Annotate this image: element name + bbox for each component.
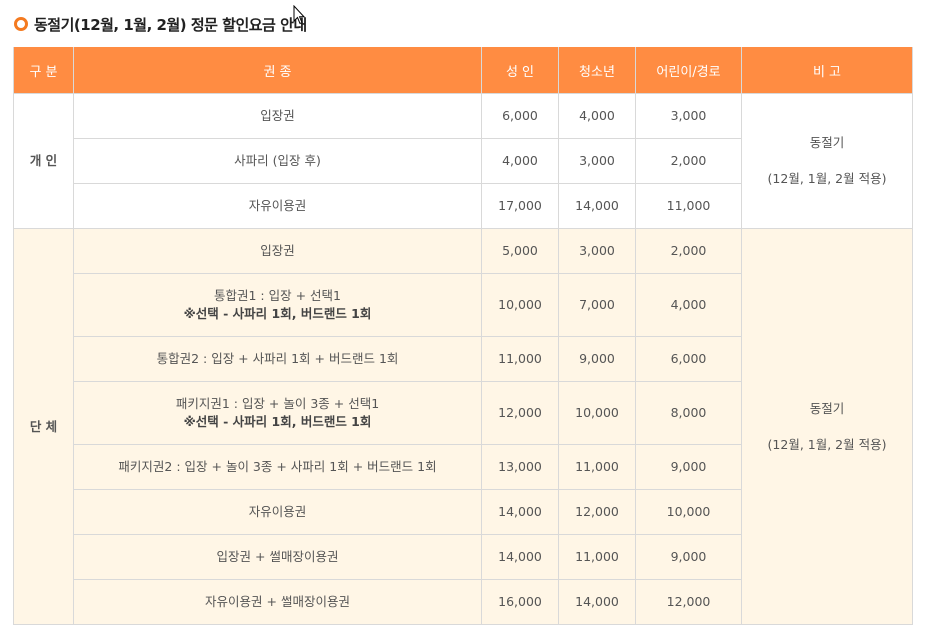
- ticket-cell: 입장권: [73, 93, 482, 139]
- price-adult: 14,000: [481, 489, 559, 535]
- price-adult: 13,000: [481, 444, 559, 490]
- header-child-senior: 어린이/경로: [635, 47, 742, 94]
- price-adult: 4,000: [481, 138, 559, 184]
- ticket-cell: 패키지권1 : 입장 + 놀이 3종 + 선택1 ※선택 - 사파리 1회, 버…: [73, 381, 482, 445]
- remark-individual: 동절기 (12월, 1월, 2월 적용): [741, 93, 913, 229]
- ticket-cell: 통합권1 : 입장 + 선택1 ※선택 - 사파리 1회, 버드랜드 1회: [73, 273, 482, 337]
- price-child: 9,000: [635, 444, 742, 490]
- ticket-note: ※선택 - 사파리 1회, 버드랜드 1회: [183, 306, 372, 321]
- price-adult: 5,000: [481, 228, 559, 274]
- price-child: 8,000: [635, 381, 742, 445]
- price-youth: 4,000: [558, 93, 636, 139]
- price-child: 4,000: [635, 273, 742, 337]
- ticket-cell: 패키지권2 : 입장 + 놀이 3종 + 사파리 1회 + 버드랜드 1회: [73, 444, 482, 490]
- price-youth: 11,000: [558, 534, 636, 580]
- price-youth: 7,000: [558, 273, 636, 337]
- ticket-name: 패키지권1 : 입장 + 놀이 3종 + 선택1: [175, 396, 380, 411]
- table-row: 단 체 입장권 5,000 3,000 2,000 동절기 (12월, 1월, …: [13, 228, 913, 625]
- price-adult: 6,000: [481, 93, 559, 139]
- ticket-cell: 사파리 (입장 후): [73, 138, 482, 184]
- price-youth: 9,000: [558, 336, 636, 382]
- header-youth: 청소년: [558, 47, 636, 94]
- price-adult: 10,000: [481, 273, 559, 337]
- price-child: 2,000: [635, 138, 742, 184]
- ticket-cell: 입장권: [73, 228, 482, 274]
- ticket-note: ※선택 - 사파리 1회, 버드랜드 1회: [183, 414, 372, 429]
- price-youth: 12,000: [558, 489, 636, 535]
- ticket-cell: 자유이용권: [73, 183, 482, 229]
- price-youth: 3,000: [558, 228, 636, 274]
- category-group: 단 체: [13, 228, 74, 625]
- price-child: 11,000: [635, 183, 742, 229]
- price-adult: 11,000: [481, 336, 559, 382]
- price-child: 2,000: [635, 228, 742, 274]
- header-category: 구 분: [13, 47, 74, 94]
- price-youth: 10,000: [558, 381, 636, 445]
- price-child: 10,000: [635, 489, 742, 535]
- price-youth: 11,000: [558, 444, 636, 490]
- mouse-cursor-icon: [293, 5, 305, 25]
- remark-line2: (12월, 1월, 2월 적용): [767, 436, 887, 452]
- price-child: 12,000: [635, 579, 742, 625]
- price-child: 6,000: [635, 336, 742, 382]
- table-row: 개 인 입장권 6,000 4,000 3,000 동절기 (12월, 1월, …: [13, 93, 913, 229]
- table-header-row: 구 분 권 종 성 인 청소년 어린이/경로 비 고: [13, 47, 913, 94]
- header-adult: 성 인: [481, 47, 559, 94]
- price-adult: 17,000: [481, 183, 559, 229]
- remark-line2: (12월, 1월, 2월 적용): [767, 171, 887, 186]
- price-adult: 16,000: [481, 579, 559, 625]
- page-title-row: 동절기(12월, 1월, 2월) 정문 할인요금 안내: [14, 10, 307, 38]
- price-youth: 14,000: [558, 579, 636, 625]
- ticket-cell: 자유이용권 + 썰매장이용권: [73, 579, 482, 625]
- price-adult: 12,000: [481, 381, 559, 445]
- fee-table: 구 분 권 종 성 인 청소년 어린이/경로 비 고 개 인 입장권 6,000…: [13, 47, 913, 625]
- page-title: 동절기(12월, 1월, 2월) 정문 할인요금 안내: [34, 15, 307, 34]
- price-child: 9,000: [635, 534, 742, 580]
- ticket-name: 통합권1 : 입장 + 선택1: [214, 288, 341, 303]
- remark-line1: 동절기: [809, 400, 845, 416]
- price-adult: 14,000: [481, 534, 559, 580]
- header-remark: 비 고: [741, 47, 913, 94]
- remark-line1: 동절기: [809, 135, 845, 150]
- ticket-cell: 통합권2 : 입장 + 사파리 1회 + 버드랜드 1회: [73, 336, 482, 382]
- price-child: 3,000: [635, 93, 742, 139]
- remark-group: 동절기 (12월, 1월, 2월 적용): [741, 228, 913, 625]
- ticket-cell: 자유이용권: [73, 489, 482, 535]
- price-youth: 14,000: [558, 183, 636, 229]
- price-youth: 3,000: [558, 138, 636, 184]
- header-ticket-type: 권 종: [73, 47, 482, 94]
- ticket-cell: 입장권 + 썰매장이용권: [73, 534, 482, 580]
- category-individual: 개 인: [13, 93, 74, 229]
- circle-bullet-icon: [14, 17, 28, 31]
